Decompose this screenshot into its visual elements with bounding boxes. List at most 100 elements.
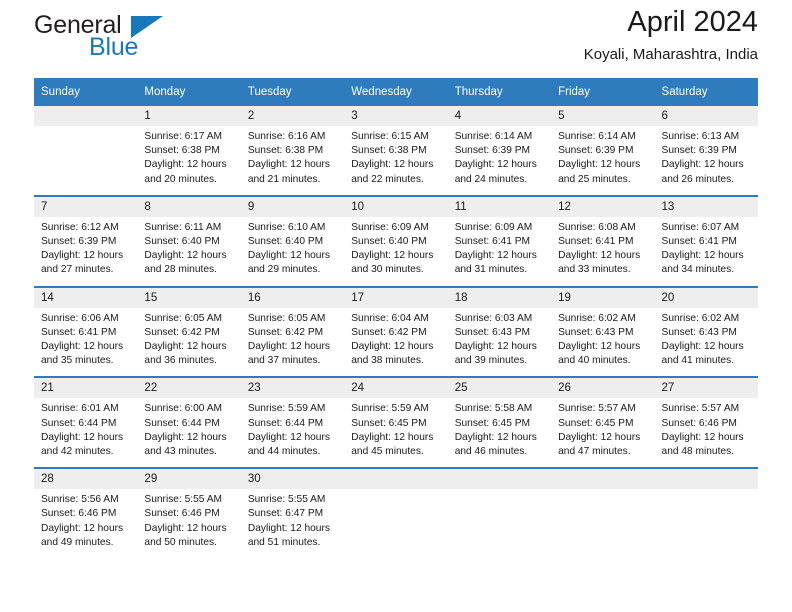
day-info: Sunrise: 6:14 AM Sunset: 6:39 PM Dayligh… xyxy=(448,126,551,195)
day-info: Sunrise: 6:03 AM Sunset: 6:43 PM Dayligh… xyxy=(448,308,551,377)
calendar-week-row: 1 Sunrise: 6:17 AM Sunset: 6:38 PM Dayli… xyxy=(34,106,758,196)
daylight-text: Daylight: 12 hours and 34 minutes. xyxy=(661,250,744,276)
day-cell[interactable]: 24 Sunrise: 5:59 AM Sunset: 6:45 PM Dayl… xyxy=(344,376,448,469)
day-cell[interactable]: 17 Sunrise: 6:04 AM Sunset: 6:42 PM Dayl… xyxy=(344,285,448,378)
calendar-week-row: 14 Sunrise: 6:06 AM Sunset: 6:41 PM Dayl… xyxy=(34,285,758,378)
day-info: Sunrise: 6:10 AM Sunset: 6:40 PM Dayligh… xyxy=(241,217,344,286)
day-cell[interactable]: 15 Sunrise: 6:05 AM Sunset: 6:42 PM Dayl… xyxy=(137,285,241,378)
day-cell[interactable] xyxy=(447,467,552,559)
daylight-text: Daylight: 12 hours and 48 minutes. xyxy=(661,431,744,458)
day-cell[interactable]: 19 Sunrise: 6:02 AM Sunset: 6:43 PM Dayl… xyxy=(551,285,655,378)
location-subtitle: Koyali, Maharashtra, India xyxy=(583,46,758,63)
day-cell[interactable]: 10 Sunrise: 6:09 AM Sunset: 6:40 PM Dayl… xyxy=(344,194,448,287)
daylight-text: Daylight: 12 hours and 33 minutes. xyxy=(558,250,641,276)
sunset-text: Sunset: 6:41 PM xyxy=(454,236,531,248)
day-number: 22 xyxy=(137,378,241,399)
day-number: 9 xyxy=(240,196,345,217)
daylight-text: Daylight: 12 hours and 47 minutes. xyxy=(558,431,641,458)
sunrise-text: Sunrise: 5:57 AM xyxy=(558,403,636,415)
daylight-text: Daylight: 12 hours and 40 minutes. xyxy=(558,341,641,367)
day-cell[interactable]: 13 Sunrise: 6:07 AM Sunset: 6:41 PM Dayl… xyxy=(654,194,758,287)
day-cell[interactable]: 3 Sunrise: 6:15 AM Sunset: 6:38 PM Dayli… xyxy=(344,106,448,196)
day-info xyxy=(34,126,137,188)
day-info: Sunrise: 6:16 AM Sunset: 6:38 PM Dayligh… xyxy=(241,126,344,195)
brand-logo[interactable]: General Blue xyxy=(34,12,234,64)
daylight-text: Daylight: 12 hours and 42 minutes. xyxy=(41,431,124,458)
day-cell[interactable]: 5 Sunrise: 6:14 AM Sunset: 6:39 PM Dayli… xyxy=(551,106,655,196)
day-number: 5 xyxy=(551,106,655,126)
daylight-text: Daylight: 12 hours and 37 minutes. xyxy=(247,341,330,367)
sunset-text: Sunset: 6:40 PM xyxy=(351,236,427,248)
sunrise-text: Sunrise: 6:02 AM xyxy=(661,312,740,324)
day-cell[interactable]: 2 Sunrise: 6:16 AM Sunset: 6:38 PM Dayli… xyxy=(240,106,345,196)
day-cell[interactable]: 27 Sunrise: 5:57 AM Sunset: 6:46 PM Dayl… xyxy=(654,376,758,469)
day-info: Sunrise: 5:59 AM Sunset: 6:45 PM Dayligh… xyxy=(344,398,447,467)
calendar-week-row: 28 Sunrise: 5:56 AM Sunset: 6:46 PM Dayl… xyxy=(34,467,758,559)
sunrise-text: Sunrise: 6:13 AM xyxy=(661,131,740,142)
sunrise-text: Sunrise: 5:58 AM xyxy=(454,403,533,415)
day-info: Sunrise: 6:08 AM Sunset: 6:41 PM Dayligh… xyxy=(551,217,654,286)
day-number xyxy=(447,469,552,490)
sunrise-text: Sunrise: 6:12 AM xyxy=(41,221,119,233)
day-number: 27 xyxy=(654,378,758,399)
day-cell[interactable]: 1 Sunrise: 6:17 AM Sunset: 6:38 PM Dayli… xyxy=(137,106,241,196)
sunset-text: Sunset: 6:38 PM xyxy=(351,145,427,157)
day-cell[interactable]: 12 Sunrise: 6:08 AM Sunset: 6:41 PM Dayl… xyxy=(551,194,655,287)
day-cell[interactable]: 28 Sunrise: 5:56 AM Sunset: 6:46 PM Dayl… xyxy=(34,467,138,559)
day-info: Sunrise: 6:07 AM Sunset: 6:41 PM Dayligh… xyxy=(655,217,758,286)
day-cell[interactable]: 25 Sunrise: 5:58 AM Sunset: 6:45 PM Dayl… xyxy=(447,376,552,469)
sunset-text: Sunset: 6:41 PM xyxy=(558,236,634,248)
day-number: 2 xyxy=(240,106,345,126)
sunrise-text: Sunrise: 5:55 AM xyxy=(247,494,326,506)
day-cell[interactable] xyxy=(34,106,138,196)
day-number: 14 xyxy=(34,287,138,308)
sunset-text: Sunset: 6:43 PM xyxy=(454,326,531,338)
sunset-text: Sunset: 6:44 PM xyxy=(247,417,324,429)
sunrise-text: Sunrise: 6:09 AM xyxy=(351,221,429,233)
day-cell[interactable]: 26 Sunrise: 5:57 AM Sunset: 6:45 PM Dayl… xyxy=(551,376,655,469)
day-cell[interactable]: 11 Sunrise: 6:09 AM Sunset: 6:41 PM Dayl… xyxy=(447,194,552,287)
sunset-text: Sunset: 6:39 PM xyxy=(454,145,531,157)
day-cell[interactable] xyxy=(654,467,758,559)
day-cell[interactable] xyxy=(344,467,448,559)
day-info: Sunrise: 6:02 AM Sunset: 6:43 PM Dayligh… xyxy=(551,308,654,377)
daylight-text: Daylight: 12 hours and 50 minutes. xyxy=(144,522,227,548)
sunset-text: Sunset: 6:47 PM xyxy=(247,508,324,520)
sunset-text: Sunset: 6:43 PM xyxy=(661,326,737,338)
day-cell[interactable]: 16 Sunrise: 6:05 AM Sunset: 6:42 PM Dayl… xyxy=(240,285,345,378)
day-number: 15 xyxy=(137,287,241,308)
day-cell[interactable]: 20 Sunrise: 6:02 AM Sunset: 6:43 PM Dayl… xyxy=(654,285,758,378)
day-cell[interactable]: 23 Sunrise: 5:59 AM Sunset: 6:44 PM Dayl… xyxy=(240,376,345,469)
calendar-week-row: 21 Sunrise: 6:01 AM Sunset: 6:44 PM Dayl… xyxy=(34,376,758,469)
day-cell[interactable]: 8 Sunrise: 6:11 AM Sunset: 6:40 PM Dayli… xyxy=(137,194,241,287)
day-cell[interactable]: 14 Sunrise: 6:06 AM Sunset: 6:41 PM Dayl… xyxy=(34,285,138,378)
day-cell[interactable]: 21 Sunrise: 6:01 AM Sunset: 6:44 PM Dayl… xyxy=(34,376,138,469)
sunset-text: Sunset: 6:45 PM xyxy=(454,417,531,429)
sunset-text: Sunset: 6:44 PM xyxy=(144,417,220,429)
calendar-table: Sunday Monday Tuesday Wednesday Thursday… xyxy=(34,78,758,559)
day-cell[interactable]: 18 Sunrise: 6:03 AM Sunset: 6:43 PM Dayl… xyxy=(447,285,552,378)
day-info: Sunrise: 6:05 AM Sunset: 6:42 PM Dayligh… xyxy=(241,308,344,377)
sunset-text: Sunset: 6:46 PM xyxy=(144,508,220,520)
day-number: 28 xyxy=(34,469,138,490)
day-info xyxy=(344,489,447,551)
calendar-body: 1 Sunrise: 6:17 AM Sunset: 6:38 PM Dayli… xyxy=(34,106,758,559)
day-cell[interactable]: 22 Sunrise: 6:00 AM Sunset: 6:44 PM Dayl… xyxy=(137,376,241,469)
day-cell[interactable]: 4 Sunrise: 6:14 AM Sunset: 6:39 PM Dayli… xyxy=(447,106,552,196)
day-info xyxy=(655,489,758,551)
day-cell[interactable]: 30 Sunrise: 5:55 AM Sunset: 6:47 PM Dayl… xyxy=(240,467,345,559)
sunrise-text: Sunrise: 6:16 AM xyxy=(247,131,326,142)
day-cell[interactable]: 29 Sunrise: 5:55 AM Sunset: 6:46 PM Dayl… xyxy=(137,467,241,559)
day-cell[interactable]: 6 Sunrise: 6:13 AM Sunset: 6:39 PM Dayli… xyxy=(654,106,758,196)
day-number: 18 xyxy=(447,287,552,308)
sunset-text: Sunset: 6:39 PM xyxy=(558,145,634,157)
day-number: 3 xyxy=(344,106,448,126)
day-cell[interactable]: 9 Sunrise: 6:10 AM Sunset: 6:40 PM Dayli… xyxy=(240,194,345,287)
sunrise-text: Sunrise: 6:00 AM xyxy=(144,403,223,415)
sunrise-text: Sunrise: 6:04 AM xyxy=(351,312,429,324)
day-info: Sunrise: 6:14 AM Sunset: 6:39 PM Dayligh… xyxy=(551,126,654,195)
day-info: Sunrise: 5:57 AM Sunset: 6:46 PM Dayligh… xyxy=(655,398,758,467)
day-cell[interactable]: 7 Sunrise: 6:12 AM Sunset: 6:39 PM Dayli… xyxy=(34,194,138,287)
daylight-text: Daylight: 12 hours and 31 minutes. xyxy=(454,250,537,276)
day-cell[interactable] xyxy=(551,467,655,559)
